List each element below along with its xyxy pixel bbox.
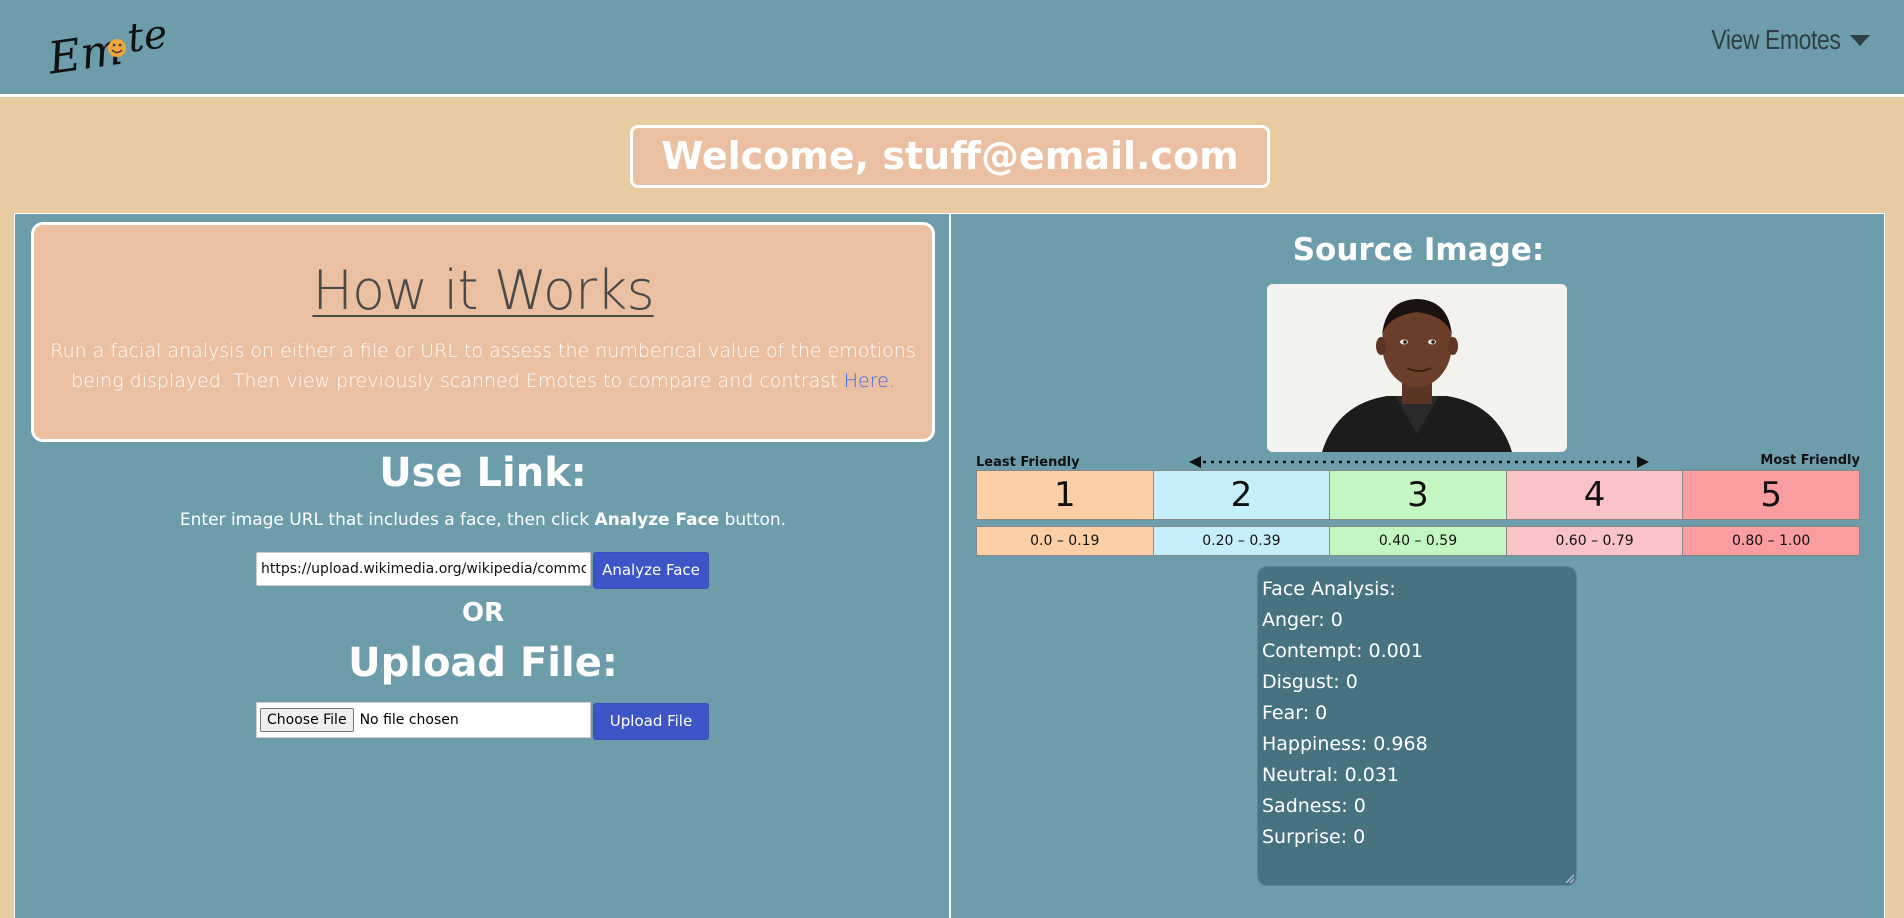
scale-level-4: 4 xyxy=(1506,471,1684,519)
welcome-banner: Welcome, stuff@email.com xyxy=(630,125,1270,188)
emote-logo[interactable]: Em te xyxy=(44,10,174,82)
navbar: Em te View Emotes xyxy=(0,0,1904,97)
here-link[interactable]: Here. xyxy=(844,370,895,392)
analysis-line-sadness: Sadness: 0 xyxy=(1262,795,1366,817)
use-link-title: Use Link: xyxy=(379,450,587,496)
resize-grip-icon[interactable] xyxy=(1564,873,1574,883)
analysis-line-fear: Fear: 0 xyxy=(1262,702,1328,724)
analysis-line-happiness: Happiness: 0.968 xyxy=(1262,733,1428,755)
file-input[interactable]: Choose File No file chosen xyxy=(256,702,591,738)
friendliness-scale: Least Friendly Most Friendly 1 2 3 4 5 0… xyxy=(976,452,1860,556)
chevron-down-icon xyxy=(1850,34,1870,46)
source-image-title: Source Image: xyxy=(1292,232,1545,268)
use-link-desc-after: button. xyxy=(719,510,787,530)
double-arrow-icon xyxy=(1189,456,1649,468)
no-file-chosen-label: No file chosen xyxy=(359,712,459,728)
analysis-line-surprise: Surprise: 0 xyxy=(1262,826,1366,848)
svg-text:te: te xyxy=(125,11,171,62)
right-panel: Source Image: Least Friendly Most Friend… xyxy=(950,213,1885,918)
face-analysis-textarea[interactable]: Face Analysis: Anger: 0 Contempt: 0.001 … xyxy=(1257,566,1577,886)
view-emotes-label: View Emotes xyxy=(1710,24,1840,55)
scale-level-2: 2 xyxy=(1153,471,1331,519)
use-link-desc-before: Enter image URL that includes a face, th… xyxy=(179,510,595,530)
how-it-works-card: How it Works Run a facial analysis on ei… xyxy=(31,222,935,442)
upload-file-title: Upload File: xyxy=(348,640,618,686)
left-panel: How it Works Run a facial analysis on ei… xyxy=(14,213,950,918)
scale-range-5: 0.80 – 1.00 xyxy=(1683,527,1859,555)
scale-range-3: 0.40 – 0.59 xyxy=(1330,527,1507,555)
analysis-line-anger: Anger: 0 xyxy=(1262,609,1343,631)
how-it-works-text: Run a facial analysis on either a file o… xyxy=(48,336,918,396)
scale-levels: 1 2 3 4 5 xyxy=(976,470,1860,520)
use-link-description: Enter image URL that includes a face, th… xyxy=(15,510,951,530)
upload-file-button[interactable]: Upload File xyxy=(593,703,709,740)
how-it-works-body: Run a facial analysis on either a file o… xyxy=(50,340,916,392)
analysis-line-disgust: Disgust: 0 xyxy=(1262,671,1358,693)
face-analysis-heading: Face Analysis: xyxy=(1262,578,1396,600)
scale-level-5: 5 xyxy=(1683,471,1859,519)
view-emotes-dropdown[interactable]: View Emotes xyxy=(1683,24,1870,56)
image-url-input[interactable] xyxy=(256,552,591,586)
or-divider: OR xyxy=(461,598,505,628)
how-it-works-title: How it Works xyxy=(312,259,654,322)
analyze-face-button[interactable]: Analyze Face xyxy=(593,552,709,589)
analysis-line-contempt: Contempt: 0.001 xyxy=(1262,640,1423,662)
source-face-image xyxy=(1267,284,1567,452)
least-friendly-label: Least Friendly xyxy=(976,455,1080,470)
scale-level-3: 3 xyxy=(1330,471,1507,519)
scale-range-4: 0.60 – 0.79 xyxy=(1506,527,1684,555)
choose-file-button[interactable]: Choose File xyxy=(260,708,354,732)
scale-range-1: 0.0 – 0.19 xyxy=(977,527,1154,555)
analysis-line-neutral: Neutral: 0.031 xyxy=(1262,764,1399,786)
scale-range-2: 0.20 – 0.39 xyxy=(1153,527,1331,555)
use-link-desc-bold: Analyze Face xyxy=(594,510,720,530)
scale-ranges: 0.0 – 0.19 0.20 – 0.39 0.40 – 0.59 0.60 … xyxy=(976,526,1860,556)
most-friendly-label: Most Friendly xyxy=(1760,453,1860,468)
scale-level-1: 1 xyxy=(977,471,1154,519)
